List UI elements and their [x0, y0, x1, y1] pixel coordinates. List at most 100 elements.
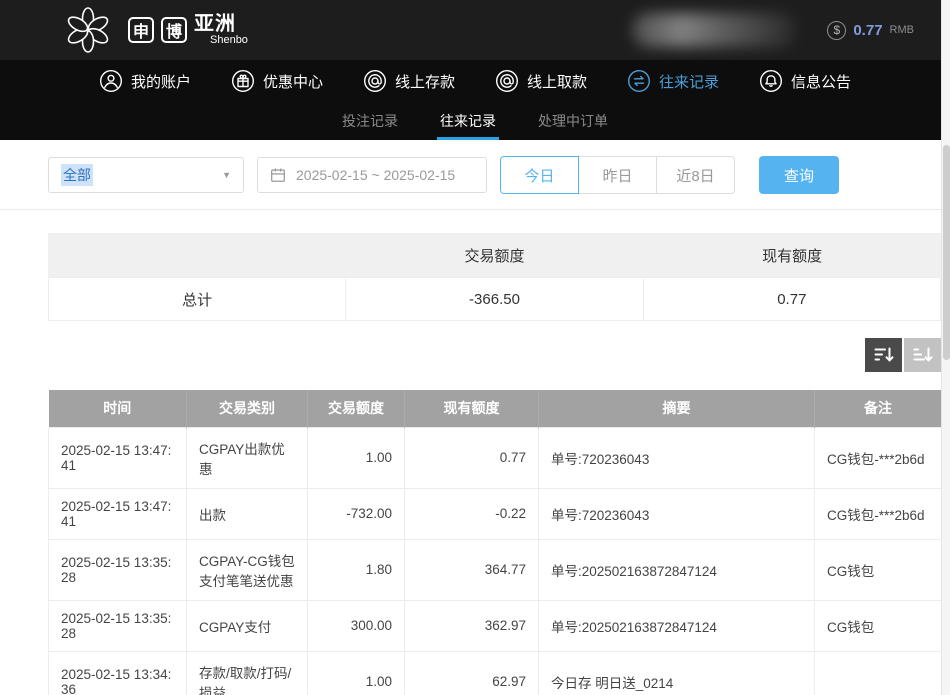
summary-total-amount: -366.50 — [345, 278, 642, 320]
date-range-picker[interactable]: 2025-02-15 ~ 2025-02-15 — [257, 157, 487, 193]
summary-header-transaction-amount: 交易额度 — [346, 245, 644, 266]
table-row: 2025-02-15 13:35:28 CGPAY-CG钱包支付笔笔送优惠 1.… — [49, 539, 942, 600]
cell-remark — [815, 651, 942, 695]
records-table-body: 2025-02-15 13:47:41 CGPAY出款优惠 1.00 0.77 … — [49, 427, 942, 695]
blurred-username — [632, 13, 797, 47]
vertical-scrollbar[interactable] — [941, 0, 950, 695]
summary-total-row: 总计 -366.50 0.77 — [48, 277, 941, 321]
column-header-time: 时间 — [49, 390, 187, 427]
cell-current-balance: 0.77 — [405, 427, 539, 488]
calendar-icon — [269, 166, 287, 184]
balance-currency: RMB — [890, 24, 914, 36]
chevron-down-icon: ▼ — [222, 170, 231, 180]
nav-item-online-withdrawal[interactable]: 线上取款 — [495, 69, 587, 93]
cell-transaction-amount: 1.00 — [308, 651, 405, 695]
announcement-bell-icon — [759, 69, 783, 93]
cell-remark: CG钱包 — [815, 539, 942, 600]
cell-current-balance: 362.97 — [405, 600, 539, 651]
flower-logo-icon[interactable] — [62, 4, 114, 56]
brand-char-1: 申 — [128, 17, 154, 43]
nav-item-my-account[interactable]: 我的账户 — [99, 69, 191, 93]
nav-item-transaction-records[interactable]: 往来记录 — [627, 69, 719, 93]
sort-amount-desc-button[interactable] — [865, 338, 902, 372]
brand-region: 亚洲 — [194, 14, 248, 35]
tab-transaction-records[interactable]: 往来记录 — [437, 102, 499, 140]
quick-date-button-group: 今日 昨日 近8日 — [500, 156, 735, 194]
cell-time: 2025-02-15 13:47:41 — [49, 427, 187, 488]
summary-total-balance: 0.77 — [643, 278, 940, 320]
column-header-transaction-amount: 交易额度 — [308, 390, 405, 427]
tab-processing-orders[interactable]: 处理中订单 — [535, 102, 611, 140]
cell-remark: CG钱包 — [815, 600, 942, 651]
dollar-circle-icon: $ — [827, 21, 846, 40]
tab-bet-records[interactable]: 投注记录 — [339, 102, 401, 140]
filter-bar: 全部 ▼ 2025-02-15 ~ 2025-02-15 今日 昨日 近8日 查… — [0, 140, 950, 210]
nav-label: 线上取款 — [527, 71, 587, 92]
records-icon — [627, 69, 651, 93]
nav-label: 我的账户 — [131, 71, 191, 92]
balance-display: $ 0.77 RMB — [827, 21, 914, 40]
yesterday-button[interactable]: 昨日 — [578, 156, 657, 194]
cell-type: 出款 — [187, 488, 308, 539]
sort-amount-desc-icon — [874, 346, 894, 364]
scrollbar-thumb[interactable] — [943, 145, 950, 360]
deposit-icon — [363, 69, 387, 93]
cell-type: CGPAY-CG钱包支付笔笔送优惠 — [187, 539, 308, 600]
column-header-type: 交易类别 — [187, 390, 308, 427]
category-select[interactable]: 全部 ▼ — [48, 157, 244, 193]
table-row: 2025-02-15 13:35:28 CGPAY支付 300.00 362.9… — [49, 600, 942, 651]
sort-amount-asc-icon — [913, 346, 933, 364]
user-icon — [99, 69, 123, 93]
balance-amount: 0.77 — [853, 22, 882, 39]
brand-subtitle: Shenbo — [194, 35, 248, 47]
nav-label: 信息公告 — [791, 71, 851, 92]
cell-time: 2025-02-15 13:47:41 — [49, 488, 187, 539]
column-header-current-balance: 现有额度 — [405, 390, 539, 427]
cell-summary: 单号:202502163872847124 — [539, 600, 815, 651]
top-header-bar: 申 博 亚洲 Shenbo $ 0.77 RMB — [0, 0, 950, 60]
cell-time: 2025-02-15 13:35:28 — [49, 539, 187, 600]
table-row: 2025-02-15 13:34:36 存款/取款/打码/损益 1.00 62.… — [49, 651, 942, 695]
cell-time: 2025-02-15 13:35:28 — [49, 600, 187, 651]
brand-logo[interactable]: 申 博 亚洲 Shenbo — [128, 14, 248, 47]
cell-transaction-amount: 1.00 — [308, 427, 405, 488]
cell-summary: 今日存 明日送_0214 — [539, 651, 815, 695]
cell-summary: 单号:720236043 — [539, 488, 815, 539]
cell-remark: CG钱包-***2b6d — [815, 427, 942, 488]
withdraw-icon — [495, 69, 519, 93]
nav-item-promotions[interactable]: 优惠中心 — [231, 69, 323, 93]
cell-current-balance: -0.22 — [405, 488, 539, 539]
nav-item-announcements[interactable]: 信息公告 — [759, 69, 851, 93]
cell-transaction-amount: -732.00 — [308, 488, 405, 539]
cell-time: 2025-02-15 13:34:36 — [49, 651, 187, 695]
page: 申 博 亚洲 Shenbo $ 0.77 RMB 我的账户 — [0, 0, 950, 695]
sort-toolbar — [48, 338, 941, 372]
nav-label: 线上存款 — [395, 71, 455, 92]
sort-amount-asc-button[interactable] — [904, 338, 941, 372]
date-range-value: 2025-02-15 ~ 2025-02-15 — [296, 167, 455, 183]
cell-transaction-amount: 1.80 — [308, 539, 405, 600]
table-row: 2025-02-15 13:47:41 CGPAY出款优惠 1.00 0.77 … — [49, 427, 942, 488]
gift-icon — [231, 69, 255, 93]
last-8-days-button[interactable]: 近8日 — [656, 156, 735, 194]
cell-current-balance: 62.97 — [405, 651, 539, 695]
nav-label: 往来记录 — [659, 71, 719, 92]
column-header-summary: 摘要 — [539, 390, 815, 427]
category-select-value: 全部 — [61, 164, 93, 186]
column-header-remark: 备注 — [815, 390, 942, 427]
nav-item-online-deposit[interactable]: 线上存款 — [363, 69, 455, 93]
summary-table: 交易额度 现有额度 总计 -366.50 0.77 — [48, 233, 941, 321]
tab-label: 处理中订单 — [538, 111, 608, 131]
records-header-row: 时间 交易类别 交易额度 现有额度 摘要 备注 — [49, 390, 942, 427]
query-button[interactable]: 查询 — [759, 156, 839, 194]
cell-remark: CG钱包-***2b6d — [815, 488, 942, 539]
cell-summary: 单号:202502163872847124 — [539, 539, 815, 600]
cell-type: 存款/取款/打码/损益 — [187, 651, 308, 695]
summary-header-row: 交易额度 现有额度 — [48, 233, 941, 277]
today-button[interactable]: 今日 — [500, 156, 579, 194]
cell-summary: 单号:720236043 — [539, 427, 815, 488]
cell-current-balance: 364.77 — [405, 539, 539, 600]
records-table: 时间 交易类别 交易额度 现有额度 摘要 备注 2025-02-15 13:47… — [48, 390, 942, 695]
tab-label: 往来记录 — [440, 111, 496, 131]
summary-header-current-balance: 现有额度 — [643, 245, 941, 266]
